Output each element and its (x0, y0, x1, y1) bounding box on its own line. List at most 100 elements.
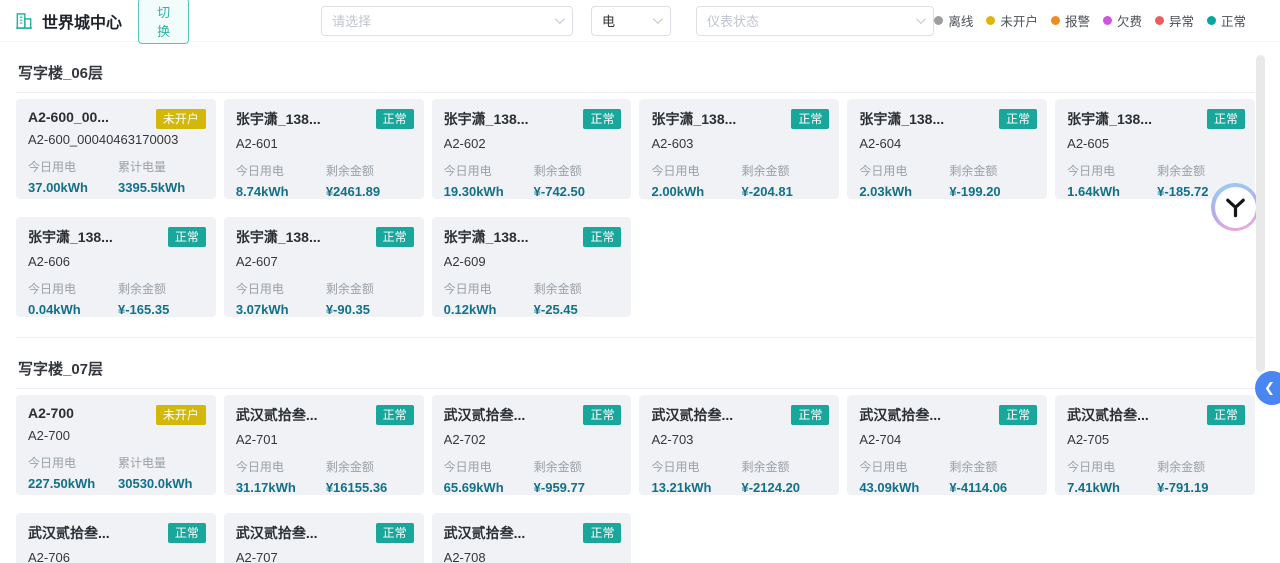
meter-card[interactable]: 武汉贰拾叁... 正常 A2-706 今日用电 剩余金额 (16, 513, 216, 563)
metric-label-2: 累计电量 (118, 160, 167, 174)
metric-value-1: 37.00kWh (28, 180, 88, 195)
meter-metrics: 今日用电 31.17kWh 剩余金额 ¥16155.36 (236, 458, 412, 495)
metric-label-1: 今日用电 (28, 282, 77, 296)
meter-card[interactable]: 武汉贰拾叁... 正常 A2-702 今日用电 65.69kWh 剩余金额 ¥-… (431, 395, 632, 495)
meter-card[interactable]: 武汉贰拾叁... 正常 A2-704 今日用电 43.09kWh 剩余金额 ¥-… (847, 395, 1048, 495)
meter-status-select[interactable]: 仪表状态 (696, 5, 935, 36)
section-title: 写字楼_06层 (16, 42, 1255, 93)
metric-balance: 剩余金额 ¥-959.77 (534, 458, 620, 495)
legend-label: 异常 (1168, 15, 1194, 29)
metric-label-2: 剩余金额 (741, 164, 790, 178)
meter-metrics: 今日用电 37.00kWh 累计电量 3395.5kWh (28, 158, 204, 195)
metric-balance: 剩余金额 ¥-204.81 (741, 162, 827, 199)
status-badge: 正常 (999, 109, 1038, 129)
status-dot-icon (934, 16, 944, 25)
meter-card[interactable]: 武汉贰拾叁... 正常 A2-701 今日用电 31.17kWh 剩余金额 ¥1… (223, 395, 424, 495)
top-bar: 世界城中心 切换 请选择 电 仪表状态 离线 未开户 报警 欠费 异常 正常 (0, 0, 1280, 44)
meter-card[interactable]: A2-600_00... 未开户 A2-600_00040463170003 今… (16, 99, 216, 199)
meter-card[interactable]: 张宇潇_138... 正常 A2-607 今日用电 3.07kWh 剩余金额 ¥… (223, 217, 424, 317)
metric-label-1: 今日用电 (859, 164, 908, 178)
metric-label-1: 今日用电 (28, 456, 77, 470)
status-badge: 正常 (375, 109, 414, 129)
metric-label-2: 剩余金额 (1157, 460, 1206, 474)
metric-label-2: 剩余金额 (1157, 164, 1206, 178)
meter-code: A2-603 (651, 136, 694, 151)
metric-value-1: 65.69kWh (443, 480, 504, 495)
meter-metrics: 今日用电 0.12kWh 剩余金额 ¥-25.45 (444, 280, 620, 317)
meter-code: A2-707 (235, 550, 278, 563)
metric-label-1: 今日用电 (1067, 460, 1116, 474)
metric-today: 今日用电 0.12kWh (444, 280, 534, 317)
metric-label-1: 今日用电 (235, 164, 284, 178)
energy-type-value: 电 (602, 14, 616, 29)
metric-balance: 剩余金额 ¥-791.19 (1157, 458, 1243, 495)
metric-label-1: 今日用电 (443, 460, 492, 474)
metric-today: 今日用电 65.69kWh (444, 458, 534, 495)
metric-value-2: ¥-165.35 (118, 302, 170, 317)
floating-assistant-widget[interactable] (1211, 183, 1259, 231)
legend-item: 报警 (1050, 11, 1090, 30)
metric-today: 今日用电 13.21kWh (651, 458, 741, 495)
metric-today: 今日用电 19.30kWh (444, 162, 534, 199)
metric-value-1: 3.07kWh (235, 302, 289, 317)
metric-value-1: 0.04kWh (28, 302, 81, 317)
building-icon (14, 11, 34, 31)
meter-card[interactable]: 武汉贰拾叁... 正常 A2-707 今日用电 剩余金额 (223, 513, 424, 563)
metric-today: 今日用电 3.07kWh (236, 280, 326, 317)
meter-card[interactable]: 张宇潇_138... 正常 A2-601 今日用电 8.74kWh 剩余金额 ¥… (223, 99, 424, 199)
meter-metrics: 今日用电 227.50kWh 累计电量 30530.0kWh (28, 454, 204, 491)
meter-card[interactable]: 张宇潇_138... 正常 A2-609 今日用电 0.12kWh 剩余金额 ¥… (431, 217, 632, 317)
meter-code: A2-609 (443, 254, 486, 269)
legend-item: 离线 (934, 11, 973, 30)
status-badge: 正常 (167, 227, 206, 247)
chevron-down-icon (652, 14, 663, 25)
metric-value-1: 2.03kWh (859, 184, 913, 199)
meter-card[interactable]: A2-700 未开户 A2-700 今日用电 227.50kWh 累计电量 30… (16, 395, 216, 495)
meter-sections: 写字楼_06层 A2-600_00... 未开户 A2-600_00040463… (0, 42, 1280, 563)
status-badge: 正常 (791, 109, 830, 129)
meter-code: A2-702 (443, 432, 486, 447)
meter-metrics: 今日用电 19.30kWh 剩余金额 ¥-742.50 (444, 162, 620, 199)
metric-balance: 剩余金额 ¥-2124.20 (741, 458, 827, 495)
meter-code: A2-700 (28, 428, 70, 443)
vertical-scrollbar-thumb[interactable] (1256, 55, 1265, 372)
meter-card[interactable]: 张宇潇_138... 正常 A2-606 今日用电 0.04kWh 剩余金额 ¥… (16, 217, 216, 317)
meter-metrics: 今日用电 13.21kWh 剩余金额 ¥-2124.20 (651, 458, 827, 495)
metric-today: 今日用电 2.03kWh (859, 162, 949, 199)
metric-value-1: 8.74kWh (235, 184, 289, 199)
meter-code: A2-601 (235, 136, 278, 151)
status-dot-icon (1102, 16, 1112, 25)
meter-metrics: 今日用电 8.74kWh 剩余金额 ¥2461.89 (236, 162, 412, 199)
metric-label-1: 今日用电 (235, 282, 284, 296)
metric-label-1: 今日用电 (443, 164, 492, 178)
metric-value-2: ¥-791.19 (1157, 480, 1209, 495)
metric-balance: 剩余金额 ¥-199.20 (949, 162, 1035, 199)
meter-code: A2-705 (1067, 432, 1110, 447)
metric-label-2: 剩余金额 (949, 460, 998, 474)
meter-card[interactable]: 张宇潇_138... 正常 A2-604 今日用电 2.03kWh 剩余金额 ¥… (847, 99, 1048, 199)
metric-label-2: 剩余金额 (949, 164, 998, 178)
switch-project-button[interactable]: 切换 (138, 0, 190, 44)
metric-today: 今日用电 43.09kWh (859, 458, 949, 495)
card-grid: A2-700 未开户 A2-700 今日用电 227.50kWh 累计电量 30… (16, 395, 1255, 563)
metric-label-2: 剩余金额 (533, 282, 582, 296)
metric-balance: 剩余金额 ¥16155.36 (326, 458, 412, 495)
floor-section: 写字楼_07层 A2-700 未开户 A2-700 今日用电 227.50kWh… (16, 338, 1255, 563)
legend-label: 报警 (1064, 15, 1090, 29)
meter-card[interactable]: 张宇潇_138... 正常 A2-603 今日用电 2.00kWh 剩余金额 ¥… (639, 99, 840, 199)
meter-card[interactable]: 武汉贰拾叁... 正常 A2-705 今日用电 7.41kWh 剩余金额 ¥-7… (1055, 395, 1255, 495)
status-badge: 正常 (375, 227, 414, 247)
meter-metrics: 今日用电 2.00kWh 剩余金额 ¥-204.81 (651, 162, 827, 199)
metric-balance: 累计电量 3395.5kWh (118, 158, 204, 195)
metric-balance: 剩余金额 ¥-25.45 (534, 280, 620, 317)
meter-code: A2-605 (1067, 136, 1110, 151)
meter-card[interactable]: 张宇潇_138... 正常 A2-602 今日用电 19.30kWh 剩余金额 … (431, 99, 632, 199)
meter-code: A2-703 (651, 432, 694, 447)
meter-card[interactable]: 武汉贰拾叁... 正常 A2-708 今日用电 剩余金额 (431, 513, 632, 563)
metric-value-2: ¥-25.45 (533, 302, 578, 317)
meter-card[interactable]: 武汉贰拾叁... 正常 A2-703 今日用电 13.21kWh 剩余金额 ¥-… (639, 395, 840, 495)
energy-type-select[interactable]: 电 (591, 5, 671, 36)
building-select[interactable]: 请选择 (321, 5, 574, 36)
status-badge: 正常 (167, 523, 206, 543)
project-title: 世界城中心 (42, 14, 123, 32)
